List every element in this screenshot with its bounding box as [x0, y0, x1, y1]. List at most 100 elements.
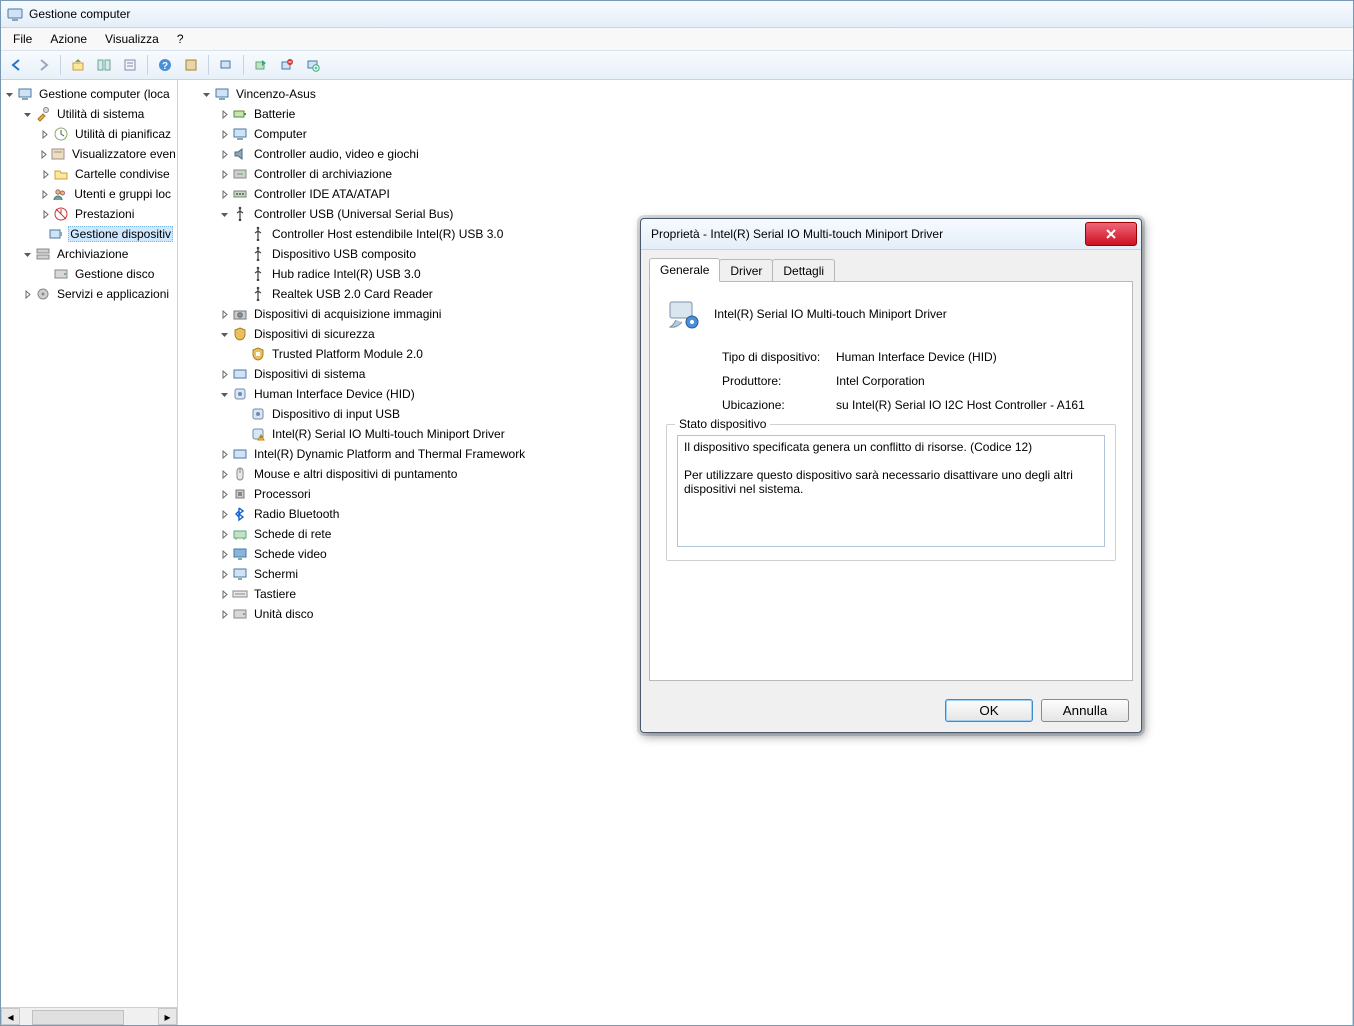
usb-icon	[250, 266, 266, 282]
tree-expander-icon[interactable]	[218, 468, 230, 480]
tree-node-label: Archiviazione	[55, 246, 130, 262]
tab-generale[interactable]: Generale	[649, 258, 720, 282]
nav-tree[interactable]: Gestione computer (loca Utilità di sistem…	[1, 80, 177, 1007]
tree-expander-icon[interactable]	[218, 368, 230, 380]
toolbar-help-icon[interactable]: ?	[153, 53, 177, 77]
tree-node[interactable]: Utilità di sistema	[1, 104, 177, 124]
tree-node-label: Schede video	[252, 546, 329, 562]
tree-expander-icon[interactable]	[21, 248, 33, 260]
tree-expander-icon[interactable]	[39, 168, 51, 180]
toolbar-up-icon[interactable]	[66, 53, 90, 77]
tree-node-label: Controller di archiviazione	[252, 166, 394, 182]
tree-node[interactable]: Gestione disco	[1, 264, 177, 284]
tree-expander-icon[interactable]	[200, 88, 212, 100]
scroll-left-icon[interactable]: ◂	[1, 1008, 20, 1025]
tree-node[interactable]: Controller audio, video e giochi	[178, 144, 1352, 164]
dialog-titlebar[interactable]: Proprietà - Intel(R) Serial IO Multi-tou…	[641, 219, 1141, 250]
tree-expander-icon[interactable]	[218, 328, 230, 340]
audio-icon	[232, 146, 248, 162]
tab-panel-generale: Intel(R) Serial IO Multi-touch Miniport …	[649, 281, 1133, 681]
tree-node[interactable]: Vincenzo-Asus	[178, 84, 1352, 104]
tree-node-label: Utilità di sistema	[55, 106, 146, 122]
tree-node-label: Dispositivi di acquisizione immagini	[252, 306, 443, 322]
tree-node[interactable]: Gestione dispositiv	[1, 224, 177, 244]
toolbar-forward-icon[interactable]	[31, 53, 55, 77]
scroll-right-icon[interactable]: ▸	[158, 1008, 177, 1025]
users-icon	[52, 186, 68, 202]
usb-icon	[232, 206, 248, 222]
tree-expander-icon[interactable]	[218, 108, 230, 120]
tree-expander-icon[interactable]	[39, 208, 51, 220]
tree-expander-icon[interactable]	[39, 188, 50, 200]
tree-expander-icon[interactable]	[218, 308, 230, 320]
tree-expander-icon[interactable]	[218, 148, 230, 160]
tree-expander-icon[interactable]	[218, 568, 230, 580]
tree-node[interactable]: Utilità di pianificaz	[1, 124, 177, 144]
tree-expander-icon[interactable]	[218, 608, 230, 620]
tree-expander-icon[interactable]	[218, 448, 230, 460]
ide-icon	[232, 186, 248, 202]
menu-azione[interactable]: Azione	[42, 30, 95, 48]
scroll-thumb[interactable]	[32, 1010, 124, 1025]
hid-icon	[250, 406, 266, 422]
tree-expander-icon[interactable]	[21, 288, 33, 300]
menu-visualizza[interactable]: Visualizza	[97, 30, 167, 48]
nav-hscrollbar[interactable]: ◂ ▸	[1, 1007, 177, 1025]
tree-node[interactable]: Prestazioni	[1, 204, 177, 224]
toolbar-update-icon[interactable]	[249, 53, 273, 77]
tree-expander-icon[interactable]	[21, 108, 33, 120]
tree-expander-icon[interactable]	[39, 148, 48, 160]
toolbar-show-icon[interactable]	[92, 53, 116, 77]
toolbar-separator	[147, 55, 148, 75]
tree-expander-icon[interactable]	[218, 508, 230, 520]
toolbar-uninstall-icon[interactable]	[275, 53, 299, 77]
toolbar-back-icon[interactable]	[5, 53, 29, 77]
usb-icon	[250, 226, 266, 242]
cancel-button[interactable]: Annulla	[1041, 699, 1129, 722]
menu-file[interactable]: File	[5, 30, 40, 48]
status-textarea[interactable]	[677, 435, 1105, 547]
tree-expander-icon[interactable]	[39, 128, 51, 140]
tree-node[interactable]: Gestione computer (loca	[1, 84, 177, 104]
menu-help[interactable]: ?	[169, 30, 192, 48]
tree-expander-icon[interactable]	[218, 388, 230, 400]
tree-node[interactable]: Utenti e gruppi loc	[1, 184, 177, 204]
tree-node[interactable]: Batterie	[178, 104, 1352, 124]
tab-driver[interactable]: Driver	[719, 259, 773, 282]
tree-expander-icon[interactable]	[218, 528, 230, 540]
tree-node[interactable]: Cartelle condivise	[1, 164, 177, 184]
tpm-icon	[250, 346, 266, 362]
value-tipo: Human Interface Device (HID)	[836, 350, 997, 364]
close-button[interactable]	[1085, 222, 1137, 246]
label-produttore: Produttore:	[722, 374, 836, 388]
system-icon	[232, 446, 248, 462]
tree-expander-icon[interactable]	[218, 168, 230, 180]
tree-node-label: Visualizzatore even	[70, 146, 177, 162]
tree-node[interactable]: Controller IDE ATA/ATAPI	[178, 184, 1352, 204]
toolbar-props-icon[interactable]	[179, 53, 203, 77]
tree-node-label: Controller audio, video e giochi	[252, 146, 421, 162]
tree-node[interactable]: Controller di archiviazione	[178, 164, 1352, 184]
tree-expander-icon[interactable]	[218, 188, 230, 200]
tree-node-label: Servizi e applicazioni	[55, 286, 171, 302]
tree-node[interactable]: Servizi e applicazioni	[1, 284, 177, 304]
tree-node[interactable]: Visualizzatore even	[1, 144, 177, 164]
toolbar-scan-icon[interactable]	[214, 53, 238, 77]
tree-node-label: Controller Host estendibile Intel(R) USB…	[270, 226, 505, 242]
tree-expander-icon[interactable]	[218, 548, 230, 560]
toolbar-disable-icon[interactable]	[301, 53, 325, 77]
tree-node[interactable]: Archiviazione	[1, 244, 177, 264]
device-icon	[48, 226, 64, 242]
tree-node-label: Controller IDE ATA/ATAPI	[252, 186, 392, 202]
device-name: Intel(R) Serial IO Multi-touch Miniport …	[714, 307, 947, 321]
tree-expander-icon[interactable]	[218, 588, 230, 600]
tree-expander-icon[interactable]	[218, 488, 230, 500]
tree-expander-icon[interactable]	[218, 128, 230, 140]
tree-node-label: Schermi	[252, 566, 300, 582]
toolbar-list-icon[interactable]	[118, 53, 142, 77]
tab-dettagli[interactable]: Dettagli	[772, 259, 835, 282]
tree-expander-icon[interactable]	[218, 208, 230, 220]
ok-button[interactable]: OK	[945, 699, 1033, 722]
tree-expander-icon[interactable]	[3, 88, 15, 100]
tree-node[interactable]: Computer	[178, 124, 1352, 144]
